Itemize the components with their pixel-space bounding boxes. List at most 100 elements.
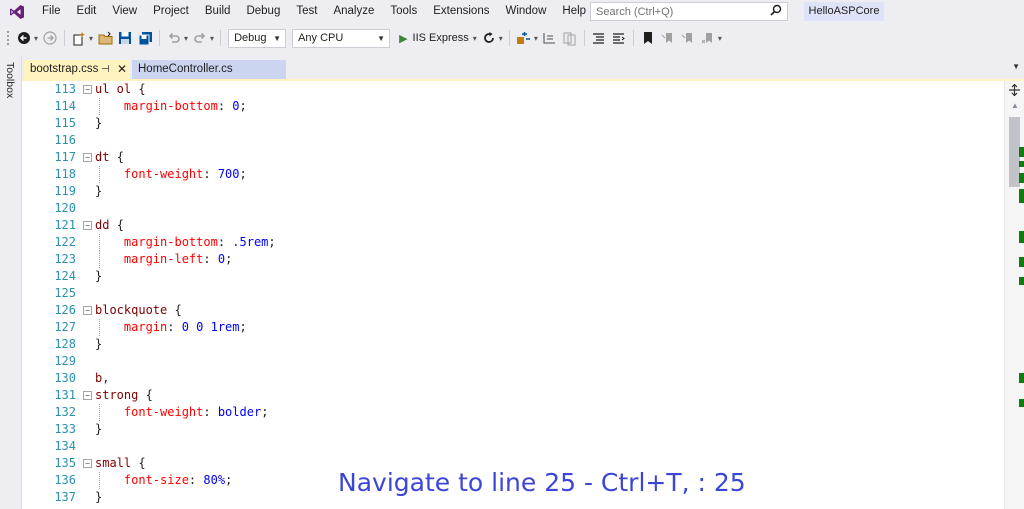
menu-debug[interactable]: Debug (238, 0, 288, 23)
toolbar-overflow-icon[interactable]: ▾ (718, 34, 722, 43)
save-all-icon[interactable] (137, 30, 153, 46)
search-icon[interactable] (770, 4, 782, 19)
menu-file[interactable]: File (34, 0, 69, 23)
tab-homecontroller-cs[interactable]: HomeController.cs (132, 60, 286, 79)
step-icon[interactable] (542, 30, 558, 46)
chevron-down-icon[interactable]: ▾ (210, 34, 214, 43)
code-line[interactable]: 121− dd { (22, 217, 1002, 234)
visual-studio-logo-icon[interactable] (0, 0, 34, 23)
collapse-region-icon[interactable]: − (83, 459, 92, 468)
collapse-region-icon[interactable]: − (83, 391, 92, 400)
tab-bootstrap-css[interactable]: bootstrap.css ⊣ ✕ (24, 60, 130, 79)
toolbar-separator (583, 30, 585, 46)
code-line[interactable]: 127 margin: 0 0 1rem; (22, 319, 1002, 336)
code-line[interactable]: 114 margin-bottom: 0; (22, 98, 1002, 115)
code-line[interactable]: 134 (22, 438, 1002, 455)
pin-icon[interactable]: ⊣ (101, 60, 110, 79)
previous-bookmark-icon[interactable] (660, 30, 676, 46)
code-line[interactable]: 126− blockquote { (22, 302, 1002, 319)
code-line[interactable]: 124} (22, 268, 1002, 285)
code-line[interactable]: 123 margin-left: 0; (22, 251, 1002, 268)
code-token: : (203, 167, 218, 181)
line-number: 131 (54, 388, 76, 402)
code-line[interactable]: 130 b, (22, 370, 1002, 387)
code-text: font-weight: 700; (95, 166, 247, 183)
code-line[interactable]: 129 (22, 353, 1002, 370)
tab-overflow-icon[interactable]: ▼ (1012, 62, 1020, 71)
collapse-region-icon[interactable]: − (83, 306, 92, 315)
open-folder-icon[interactable] (97, 30, 113, 46)
menu-window[interactable]: Window (497, 0, 554, 23)
code-line[interactable]: 119} (22, 183, 1002, 200)
chevron-down-icon[interactable]: ▾ (499, 34, 503, 43)
code-token: font-size (95, 473, 189, 487)
code-line[interactable]: 122 margin-bottom: .5rem; (22, 234, 1002, 251)
chevron-down-icon[interactable]: ▾ (34, 34, 38, 43)
bookmark-icon[interactable] (640, 30, 656, 46)
change-marker (1019, 231, 1024, 243)
solution-configuration-dropdown[interactable]: Debug ▼ (228, 28, 287, 48)
menu-analyze[interactable]: Analyze (325, 0, 382, 23)
code-line[interactable]: 120 (22, 200, 1002, 217)
code-line[interactable]: 113− ul ol { (22, 81, 1002, 98)
code-line[interactable]: 133} (22, 421, 1002, 438)
menu-build[interactable]: Build (197, 0, 239, 23)
navigate-back-icon[interactable] (16, 30, 32, 46)
change-marker (1019, 373, 1024, 383)
menu-project[interactable]: Project (145, 0, 197, 23)
code-line[interactable]: 132 font-weight: bolder; (22, 404, 1002, 421)
browser-link-icon[interactable] (516, 30, 532, 46)
collapse-region-icon[interactable]: − (83, 221, 92, 230)
new-item-icon[interactable] (71, 30, 87, 46)
uncomment-lines-icon[interactable] (611, 30, 627, 46)
split-window-icon[interactable] (1009, 83, 1020, 99)
code-line[interactable]: 118 font-weight: 700; (22, 166, 1002, 183)
collapse-region-icon[interactable]: − (83, 85, 92, 94)
solution-platform-value: Any CPU (298, 32, 344, 44)
collapse-region-icon[interactable]: − (83, 153, 92, 162)
solution-name[interactable]: HelloASPCore (804, 2, 884, 21)
start-debugging-button[interactable]: ▶ IIS Express ▾ (399, 32, 479, 45)
menu-test[interactable]: Test (288, 0, 325, 23)
line-number: 132 (54, 405, 76, 419)
menu-extensions[interactable]: Extensions (425, 0, 497, 23)
code-line[interactable]: 128} (22, 336, 1002, 353)
chevron-down-icon[interactable]: ▾ (184, 34, 188, 43)
navigate-forward-icon[interactable] (42, 30, 58, 46)
code-token: } (95, 337, 103, 351)
chevron-down-icon[interactable]: ▾ (534, 34, 538, 43)
toolbox-tab[interactable]: Toolbox (4, 62, 16, 98)
undo-icon[interactable] (166, 30, 182, 46)
chevron-down-icon[interactable]: ▾ (89, 34, 93, 43)
code-token: { (138, 456, 146, 470)
menu-tools[interactable]: Tools (382, 0, 425, 23)
find-in-files-icon[interactable] (562, 30, 578, 46)
menu-view[interactable]: View (104, 0, 145, 23)
vertical-scrollbar[interactable]: ▲ (1004, 81, 1024, 509)
code-token: ; (225, 473, 233, 487)
solution-platform-dropdown[interactable]: Any CPU ▼ (292, 28, 391, 48)
chevron-down-icon[interactable]: ▾ (473, 34, 477, 43)
save-icon[interactable] (117, 30, 133, 46)
next-bookmark-icon[interactable] (680, 30, 696, 46)
comment-lines-icon[interactable] (591, 30, 607, 46)
clear-bookmarks-icon[interactable] (700, 30, 716, 46)
menu-help[interactable]: Help (554, 0, 594, 23)
code-line[interactable]: 116 (22, 132, 1002, 149)
line-number: 134 (54, 439, 76, 453)
code-line[interactable]: 131− strong { (22, 387, 1002, 404)
close-icon[interactable]: ✕ (117, 60, 127, 79)
change-marker (1019, 277, 1024, 285)
code-editor[interactable]: 113− ul ol {114 margin-bottom: 0; 115} 116 1… (22, 81, 1004, 509)
scroll-up-arrow-icon[interactable]: ▲ (1011, 101, 1019, 110)
code-token: { (145, 388, 153, 402)
code-line[interactable]: 125 (22, 285, 1002, 302)
code-line[interactable]: 117− dt { (22, 149, 1002, 166)
toolbar-grip[interactable] (6, 30, 10, 46)
redo-icon[interactable] (192, 30, 208, 46)
code-token: } (95, 490, 103, 504)
code-line[interactable]: 115} (22, 115, 1002, 132)
refresh-icon[interactable] (481, 30, 497, 46)
menu-edit[interactable]: Edit (69, 0, 105, 23)
search-input[interactable]: Search (Ctrl+Q) (590, 2, 788, 21)
